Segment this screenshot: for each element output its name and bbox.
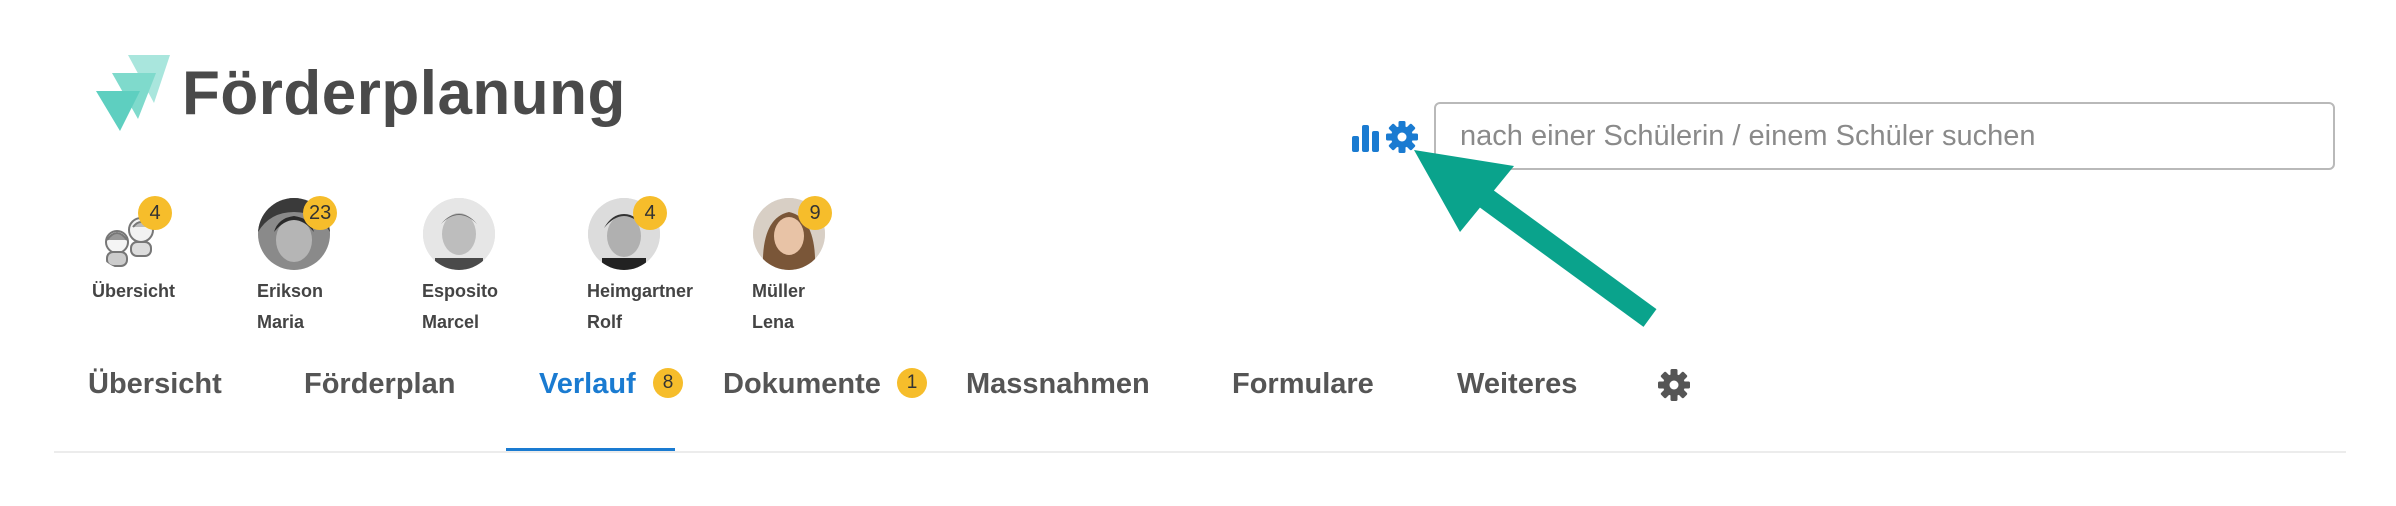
tab-divider xyxy=(54,451,2346,453)
student-first-name: Marcel xyxy=(422,312,480,332)
annotation-arrow-icon xyxy=(1414,150,1657,327)
student-last-name: Müller xyxy=(752,281,806,301)
student-last-name: Esposito xyxy=(422,281,499,301)
student-last-name: Erikson xyxy=(257,281,324,301)
tab-uebersicht[interactable]: Übersicht xyxy=(88,362,222,406)
tab-massnahmen[interactable]: Massnahmen xyxy=(966,362,1150,406)
tab-verlauf[interactable]: Verlauf xyxy=(539,362,636,406)
student-last-name: Heimgartner xyxy=(587,281,694,301)
tab-settings-gear-icon[interactable] xyxy=(1657,368,1691,402)
student-count-badge: 23 xyxy=(303,196,338,230)
tab-formulare[interactable]: Formulare xyxy=(1232,362,1374,406)
tab-dokumente-badge: 1 xyxy=(897,368,927,398)
tab-dokumente[interactable]: Dokumente xyxy=(723,362,881,406)
tab-verlauf-badge: 8 xyxy=(653,368,683,398)
student-first-name: Maria xyxy=(257,312,305,332)
logo-icon xyxy=(96,55,170,131)
student-avatar xyxy=(423,198,495,270)
student-first-name: Lena xyxy=(752,312,795,332)
student-count-badge: 4 xyxy=(138,196,172,230)
student-first-name: Rolf xyxy=(587,312,622,332)
student-count-badge: 4 xyxy=(633,196,667,230)
app-title: Förderplanung xyxy=(182,59,626,128)
student-name: Übersicht xyxy=(92,281,176,301)
student-count-badge: 9 xyxy=(798,196,832,230)
bar-chart-icon[interactable] xyxy=(1350,122,1382,152)
tab-foerderplan[interactable]: Förderplan xyxy=(304,362,455,406)
tab-weiteres[interactable]: Weiteres xyxy=(1457,362,1577,406)
